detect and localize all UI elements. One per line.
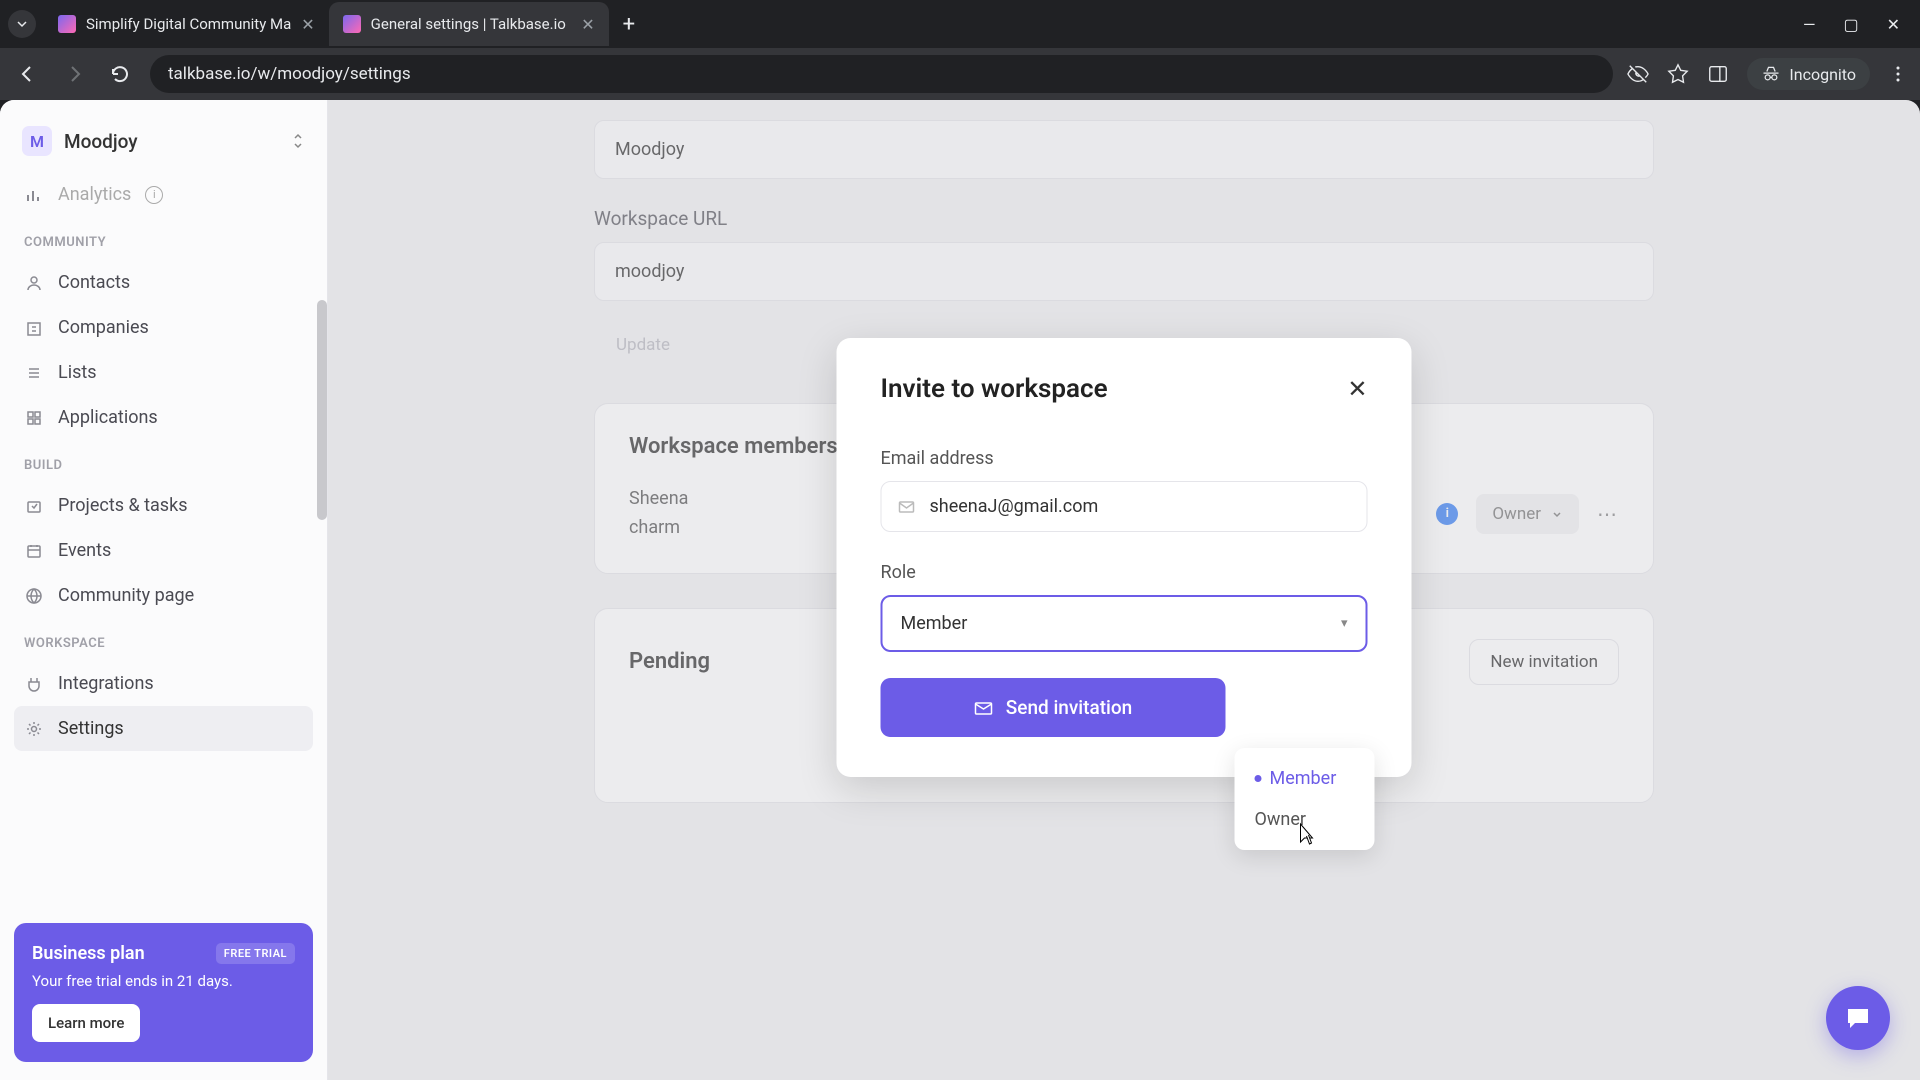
reload-button[interactable] (104, 58, 136, 90)
learn-more-button[interactable]: Learn more (32, 1004, 140, 1042)
chevron-updown-icon (291, 132, 305, 150)
sidebar-item-analytics[interactable]: Analytics i (14, 172, 313, 217)
tab-title: Simplify Digital Community Ma (86, 15, 291, 33)
role-option-member[interactable]: Member (1241, 758, 1369, 799)
close-modal-button[interactable]: ✕ (1347, 375, 1367, 403)
integrations-icon (24, 674, 44, 694)
tab-title: General settings | Talkbase.io (371, 15, 572, 33)
close-tab-icon[interactable]: ✕ (301, 15, 314, 34)
main-content: Workspace URL Update Workspace members S… (328, 100, 1920, 1080)
projects-icon (24, 496, 44, 516)
info-badge-icon: i (145, 186, 163, 204)
close-tab-icon[interactable]: ✕ (581, 15, 594, 34)
modal-title: Invite to workspace (881, 374, 1108, 404)
workspace-switcher[interactable]: M Moodjoy (14, 118, 313, 164)
workspace-avatar: M (22, 126, 52, 156)
chat-icon (1843, 1003, 1873, 1033)
sidebar-section-workspace: WORKSPACE (14, 618, 313, 661)
selected-dot-icon (1255, 775, 1262, 782)
new-tab-button[interactable]: + (609, 12, 649, 37)
favicon-icon (58, 15, 76, 33)
promo-title: Business plan (32, 943, 145, 964)
sidebar-section-build: BUILD (14, 440, 313, 483)
url-text: talkbase.io/w/moodjoy/settings (168, 64, 411, 84)
analytics-icon (24, 185, 44, 205)
sidebar-item-projects[interactable]: Projects & tasks (14, 483, 313, 528)
side-panel-icon[interactable] (1707, 63, 1729, 85)
back-button[interactable] (12, 58, 44, 90)
scrollbar-thumb[interactable] (317, 300, 327, 520)
forward-button[interactable] (58, 58, 90, 90)
sidebar-item-events[interactable]: Events (14, 528, 313, 573)
companies-icon (24, 318, 44, 338)
sidebar-item-companies[interactable]: Companies (14, 305, 313, 350)
promo-badge: FREE TRIAL (216, 943, 295, 964)
bookmark-star-icon[interactable] (1667, 63, 1689, 85)
send-invitation-button[interactable]: Send invitation (881, 678, 1226, 737)
favicon-icon (343, 15, 361, 33)
gear-icon (24, 719, 44, 739)
sidebar-item-contacts[interactable]: Contacts (14, 260, 313, 305)
eye-off-icon[interactable] (1627, 63, 1649, 85)
contacts-icon (24, 273, 44, 293)
incognito-icon (1761, 64, 1781, 84)
window-controls: — ▢ ✕ (1803, 15, 1912, 34)
browser-menu-icon[interactable] (1888, 64, 1908, 84)
url-input[interactable]: talkbase.io/w/moodjoy/settings (150, 55, 1613, 93)
address-bar: talkbase.io/w/moodjoy/settings Incognito (0, 48, 1920, 100)
role-select[interactable]: Member ▾ (881, 595, 1368, 652)
sidebar-item-lists[interactable]: Lists (14, 350, 313, 395)
mail-send-icon (974, 698, 994, 718)
close-window-icon[interactable]: ✕ (1887, 15, 1900, 34)
sidebar-item-community-page[interactable]: Community page (14, 573, 313, 618)
events-icon (24, 541, 44, 561)
promo-card: Business plan FREE TRIAL Your free trial… (14, 923, 313, 1062)
chevron-down-icon: ▾ (1341, 616, 1348, 631)
email-input-wrapper[interactable] (881, 481, 1368, 532)
role-option-owner[interactable]: Owner (1241, 799, 1369, 840)
applications-icon (24, 408, 44, 428)
chat-fab-button[interactable] (1826, 986, 1890, 1050)
role-label: Role (881, 562, 1368, 583)
lists-icon (24, 363, 44, 383)
invite-modal: Invite to workspace ✕ Email address Role… (837, 338, 1412, 777)
sidebar-section-community: COMMUNITY (14, 217, 313, 260)
email-label: Email address (881, 448, 1368, 469)
workspace-name: Moodjoy (64, 130, 279, 153)
incognito-badge[interactable]: Incognito (1747, 58, 1870, 90)
email-input[interactable] (930, 496, 1351, 517)
tab-search-button[interactable] (8, 10, 36, 38)
promo-text: Your free trial ends in 21 days. (32, 972, 295, 990)
maximize-icon[interactable]: ▢ (1843, 15, 1858, 34)
role-dropdown: Member Owner (1235, 748, 1375, 850)
sidebar-item-applications[interactable]: Applications (14, 395, 313, 440)
browser-tab-active[interactable]: General settings | Talkbase.io ✕ (329, 2, 609, 46)
mail-icon (898, 498, 916, 516)
app-root: M Moodjoy Analytics i COMMUNITY Contacts… (0, 100, 1920, 1080)
browser-tab[interactable]: Simplify Digital Community Ma ✕ (44, 2, 329, 46)
minimize-icon[interactable]: — (1803, 15, 1816, 34)
sidebar: M Moodjoy Analytics i COMMUNITY Contacts… (0, 100, 328, 1080)
globe-icon (24, 586, 44, 606)
browser-tab-strip: Simplify Digital Community Ma ✕ General … (0, 0, 1920, 48)
sidebar-item-settings[interactable]: Settings (14, 706, 313, 751)
sidebar-item-integrations[interactable]: Integrations (14, 661, 313, 706)
